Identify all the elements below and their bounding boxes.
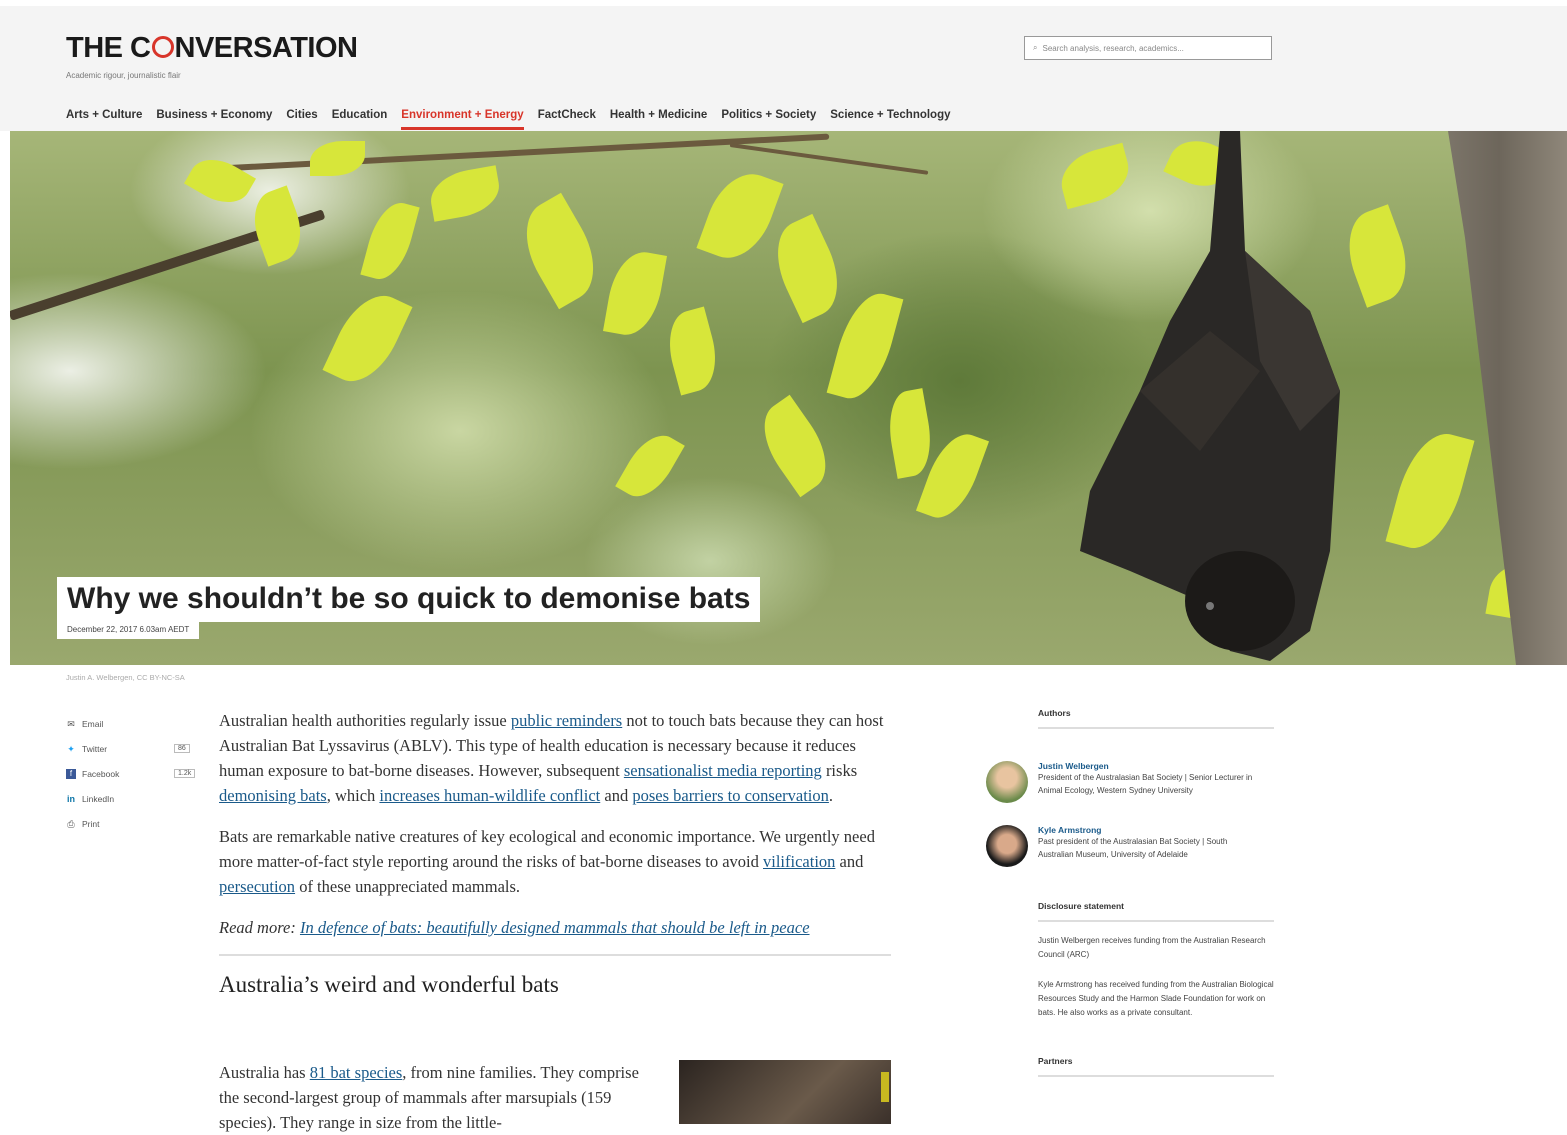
facebook-count: 1.2k [174, 769, 196, 778]
author-role: Past president of the Australasian Bat S… [1038, 837, 1228, 859]
link-human-wildlife-conflict[interactable]: increases human-wildlife conflict [379, 786, 600, 805]
bat-photo-inline [679, 1060, 891, 1124]
leaf [322, 283, 413, 394]
disclosure-heading: Disclosure statement [1038, 901, 1274, 922]
leaf [426, 165, 504, 222]
nav-politics-society[interactable]: Politics + Society [721, 109, 816, 130]
article-headline: Why we shouldn’t be so quick to demonise… [67, 582, 751, 615]
leaf [1385, 425, 1475, 557]
share-email[interactable]: ✉ Email [66, 711, 119, 736]
nav-education[interactable]: Education [332, 109, 388, 130]
author-role: President of the Australasian Bat Societ… [1038, 773, 1253, 795]
section-nav: Arts + Culture Business + Economy Cities… [66, 109, 951, 130]
leaf [882, 388, 938, 479]
tree-trunk [1448, 131, 1567, 665]
share-twitter[interactable]: ✦ Twitter 86 [66, 736, 190, 761]
partners-heading: Partners [1038, 1056, 1274, 1077]
search-placeholder: Search analysis, research, academics... [1042, 43, 1184, 53]
share-facebook[interactable]: f Facebook 1.2k [66, 761, 196, 786]
site-header: THE C NVERSATION Academic rigour, journal… [0, 0, 1567, 131]
link-read-more[interactable]: In defence of bats: beautifully designed… [300, 918, 810, 937]
image-credit: Justin A. Welbergen, CC BY-NC-SA [66, 673, 185, 682]
twitter-icon: ✦ [67, 743, 75, 754]
link-81-bat-species[interactable]: 81 bat species [310, 1063, 403, 1082]
link-vilification[interactable]: vilification [763, 852, 835, 871]
nav-cities[interactable]: Cities [286, 109, 317, 130]
leaf [762, 213, 853, 324]
linkedin-icon: in [67, 793, 75, 804]
logo-o-mark [151, 36, 174, 58]
leaf [696, 163, 784, 269]
share-print[interactable]: ⎙ Print [66, 811, 119, 836]
email-icon: ✉ [67, 718, 75, 729]
link-persecution[interactable]: persecution [219, 877, 295, 896]
article-body: Australian health authorities regularly … [219, 708, 891, 1007]
disclosure-text-1: Justin Welbergen receives funding from t… [1038, 936, 1266, 959]
nav-arts-culture[interactable]: Arts + Culture [66, 109, 142, 130]
leaf [826, 286, 904, 406]
paragraph-1: Australian health authorities regularly … [219, 711, 884, 805]
sidebar: Authors Justin Welbergen President of th… [986, 708, 1274, 1077]
leaf [615, 425, 685, 507]
leaf [184, 148, 256, 214]
branch [729, 143, 929, 175]
section-heading: Australia’s weird and wonderful bats [219, 972, 559, 997]
author-name[interactable]: Kyle Armstrong [1038, 825, 1258, 835]
nav-environment-energy[interactable]: Environment + Energy [401, 109, 524, 130]
site-tagline: Academic rigour, journalistic flair [66, 71, 181, 80]
nav-science-technology[interactable]: Science + Technology [830, 109, 950, 130]
article-headline-box: Why we shouldn’t be so quick to demonise… [57, 577, 761, 622]
disclosure-text-2: Kyle Armstrong has received funding from… [1038, 980, 1274, 1017]
flying-fox-bat [1080, 131, 1340, 661]
twitter-count: 86 [174, 744, 190, 753]
leaf [748, 394, 842, 498]
nav-factcheck[interactable]: FactCheck [538, 109, 596, 130]
read-more: Read more: In defence of bats: beautiful… [219, 915, 891, 956]
ear-tag [881, 1072, 889, 1102]
leaf [509, 192, 611, 310]
print-icon: ⎙ [67, 818, 75, 829]
author-name[interactable]: Justin Welbergen [1038, 761, 1258, 771]
avatar [986, 761, 1028, 803]
leaf [660, 306, 725, 396]
authors-heading: Authors [1038, 708, 1274, 729]
link-sensationalist-reporting[interactable]: sensationalist media reporting [624, 761, 822, 780]
leaf [360, 197, 420, 285]
branch [209, 133, 830, 172]
leaf [310, 141, 365, 176]
link-barriers-conservation[interactable]: poses barriers to conservation [632, 786, 829, 805]
search-input[interactable]: ⌕ Search analysis, research, academics..… [1024, 36, 1272, 60]
facebook-icon: f [66, 768, 76, 779]
paragraph-2: Bats are remarkable native creatures of … [219, 827, 875, 896]
leaf [602, 247, 668, 340]
search-icon: ⌕ [1033, 43, 1038, 52]
link-demonising-bats[interactable]: demonising bats [219, 786, 327, 805]
nav-business-economy[interactable]: Business + Economy [156, 109, 272, 130]
nav-health-medicine[interactable]: Health + Medicine [610, 109, 707, 130]
avatar [986, 825, 1028, 867]
share-bar: ✉ Email ✦ Twitter 86 f Facebook 1.2k in Linked… [66, 711, 196, 836]
author-card[interactable]: Kyle Armstrong Past president of the Aus… [986, 825, 1274, 867]
article-date: December 22, 2017 6.03am AEDT [57, 622, 200, 639]
share-linkedin[interactable]: in LinkedIn [66, 786, 119, 811]
site-logo[interactable]: THE C NVERSATION [66, 32, 358, 65]
author-card[interactable]: Justin Welbergen President of the Austra… [986, 761, 1274, 803]
link-public-reminders[interactable]: public reminders [511, 711, 622, 730]
